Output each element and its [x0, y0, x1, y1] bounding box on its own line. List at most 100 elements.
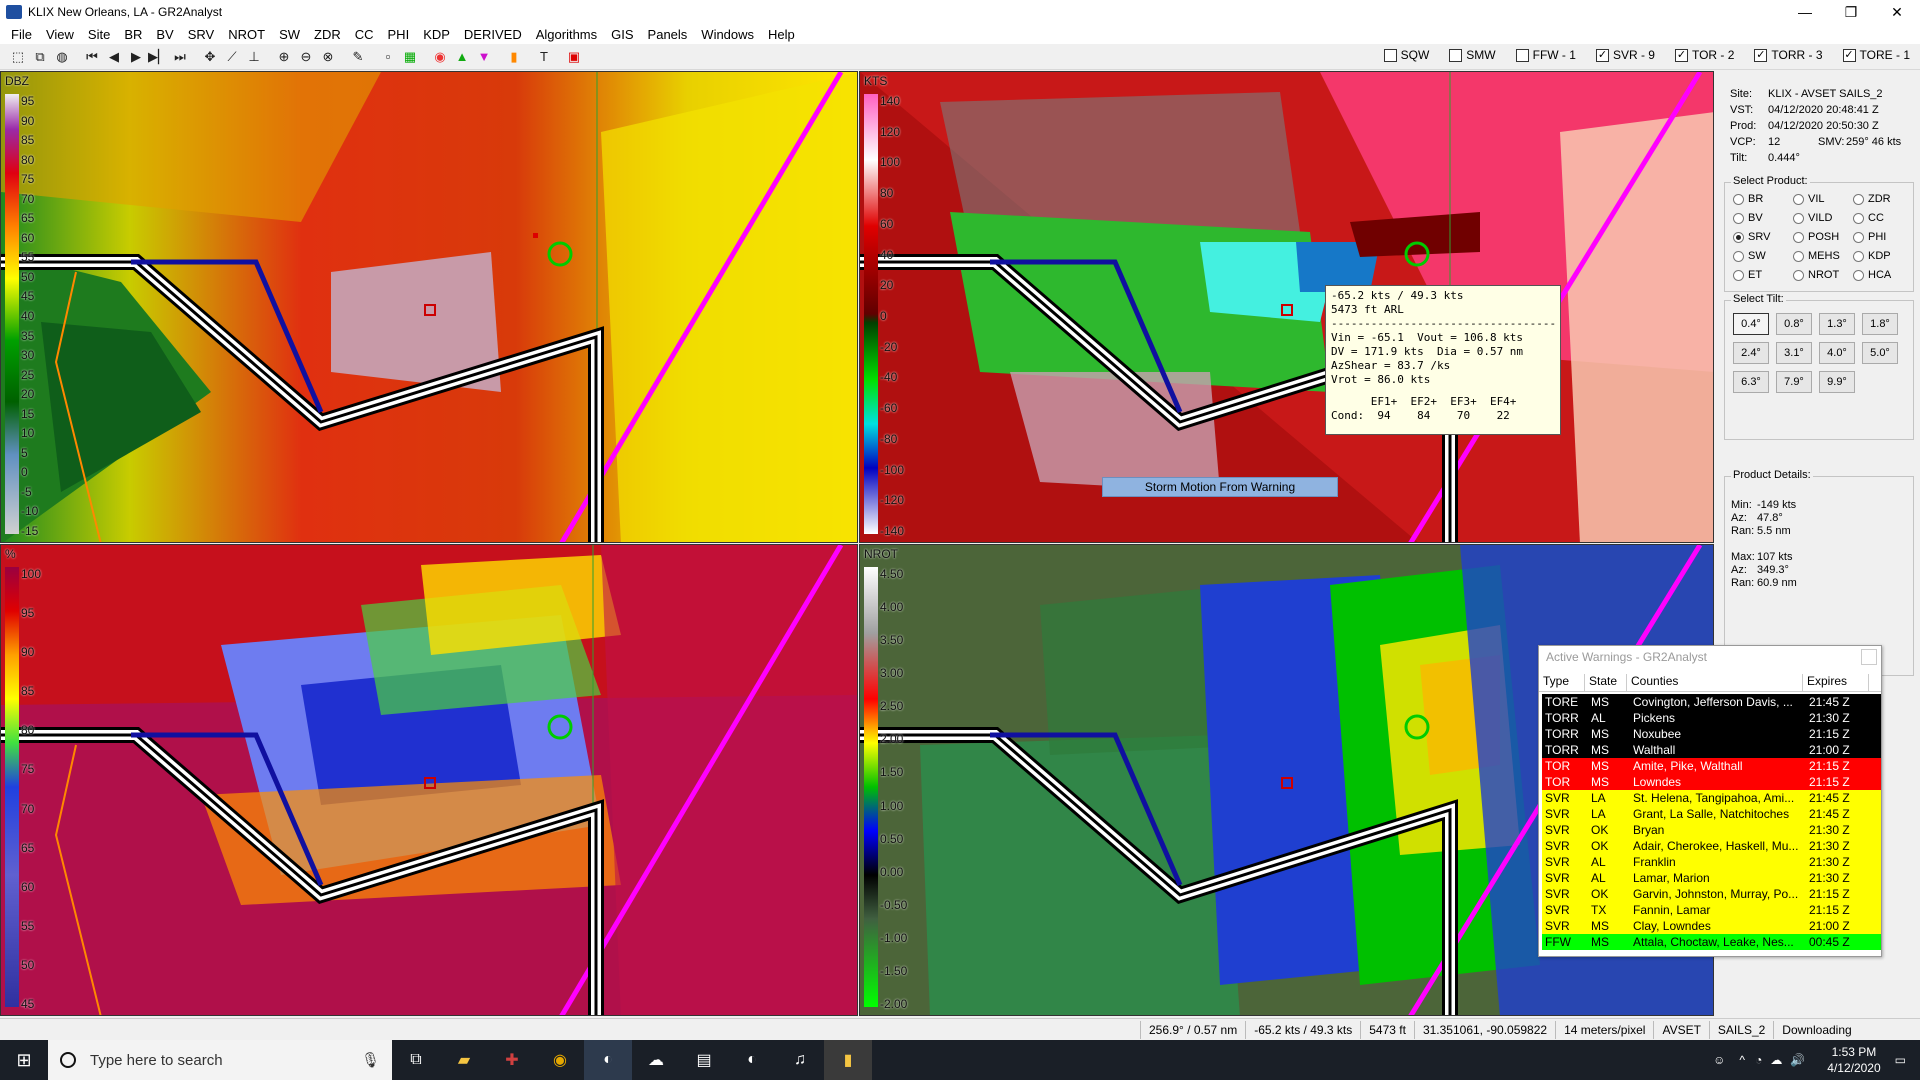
gr2analyst-alt-icon[interactable]: ◐ [728, 1040, 776, 1080]
onedrive-icon[interactable]: ☁ [1770, 1053, 1782, 1067]
play-icon[interactable]: ▶ [126, 47, 146, 67]
radio-icon[interactable] [1733, 250, 1744, 262]
header-state[interactable]: State [1585, 674, 1627, 691]
menu-cc[interactable]: CC [348, 27, 381, 42]
product-radio-cc[interactable]: CC [1853, 212, 1884, 224]
menu-help[interactable]: Help [761, 27, 802, 42]
warning-row[interactable]: SVR MS Clay, Lowndes 21:00 Z [1542, 918, 1881, 934]
notifications-icon[interactable]: ▭ [1895, 1053, 1906, 1067]
product-radio-zdr[interactable]: ZDR [1853, 193, 1891, 205]
radio-icon[interactable] [1793, 231, 1804, 243]
filter-ffw-1[interactable]: FFW - 1 [1515, 48, 1576, 62]
copy-icon[interactable]: ⧉ [30, 47, 50, 67]
product-radio-et[interactable]: ET [1733, 269, 1762, 281]
clock-time[interactable]: 1:53 PM [1827, 1044, 1880, 1060]
close-button[interactable]: ✕ [1874, 0, 1920, 24]
map-app-icon[interactable]: ✚ [488, 1040, 536, 1080]
active-warnings-window[interactable]: Active Warnings - GR2Analyst Type State … [1538, 645, 1882, 957]
warning-row[interactable]: SVR AL Franklin 21:30 Z [1542, 854, 1881, 870]
filter-svr-9[interactable]: ✓ SVR - 9 [1595, 48, 1655, 62]
radio-icon[interactable] [1733, 231, 1744, 243]
checkbox-icon[interactable] [1449, 48, 1463, 62]
velocity-panel[interactable]: KTS 140 120 100 80 60 40 20 0 -20 -40 -60 -80 -100 -1… [859, 71, 1714, 543]
product-radio-hca[interactable]: HCA [1853, 269, 1891, 281]
cross-section-icon[interactable]: ⊥ [244, 47, 264, 67]
prev-frame-icon[interactable]: ◀ [104, 47, 124, 67]
pan-icon[interactable]: ✥ [200, 47, 220, 67]
grid-icon[interactable]: ▦ [400, 47, 420, 67]
cursor-icon[interactable]: ⬚ [8, 47, 28, 67]
zoom-out-icon[interactable]: ⊖ [296, 47, 316, 67]
warning-row[interactable]: SVR TX Fannin, Lamar 21:15 Z [1542, 902, 1881, 918]
menu-bv[interactable]: BV [149, 27, 180, 42]
menu-gis[interactable]: GIS [604, 27, 640, 42]
text-icon[interactable]: T [534, 47, 554, 67]
globe-icon[interactable]: ◍ [52, 47, 72, 67]
warnings-close-button[interactable] [1861, 649, 1877, 665]
hail-icon[interactable]: ◉ [430, 47, 450, 67]
warning-row[interactable]: TOR MS Lowndes 21:15 Z [1542, 774, 1881, 790]
menu-site[interactable]: Site [81, 27, 117, 42]
radio-icon[interactable] [1733, 269, 1744, 281]
warning-row[interactable]: SVR LA St. Helena, Tangipahoa, Ami... 21:45… [1542, 790, 1881, 806]
product-radio-vil[interactable]: VIL [1793, 193, 1825, 205]
windows-start-icon[interactable]: ⊞ [0, 1040, 48, 1080]
menu-zdr[interactable]: ZDR [307, 27, 348, 42]
microphone-icon[interactable]: 🎙 [361, 1051, 380, 1069]
warning-row[interactable]: SVR AL Lamar, Marion 21:30 Z [1542, 870, 1881, 886]
tilt-button[interactable]: 3.1° [1776, 342, 1812, 364]
volume-icon[interactable]: 🔊 [1790, 1053, 1805, 1067]
radio-icon[interactable] [1733, 193, 1744, 205]
storm-app-icon[interactable]: ☁ [632, 1040, 680, 1080]
tilt-button[interactable]: 4.0° [1819, 342, 1855, 364]
filter-smw[interactable]: SMW [1449, 48, 1496, 62]
warning-row[interactable]: SVR LA Grant, La Salle, Natchitoches 21:45 … [1542, 806, 1881, 822]
checkbox-icon[interactable]: ✓ [1842, 48, 1856, 62]
product-radio-bv[interactable]: BV [1733, 212, 1763, 224]
checkbox-icon[interactable] [1383, 48, 1397, 62]
warning-row[interactable]: SVR OK Garvin, Johnston, Murray, Po... 21:1… [1542, 886, 1881, 902]
radio-icon[interactable] [1733, 212, 1744, 224]
header-counties[interactable]: Counties [1627, 674, 1803, 691]
music-icon[interactable]: ♫ [776, 1040, 824, 1080]
radio-icon[interactable] [1853, 231, 1864, 243]
gr2analyst-taskbar-icon[interactable]: ◐ [584, 1040, 632, 1080]
warning-row[interactable]: SVR OK Bryan 21:30 Z [1542, 822, 1881, 838]
sticky-notes-icon[interactable]: ▮ [824, 1040, 872, 1080]
blank-icon[interactable]: ▫ [378, 47, 398, 67]
menu-nrot[interactable]: NROT [221, 27, 272, 42]
warning-row[interactable]: TORR AL Pickens 21:30 Z [1542, 710, 1881, 726]
filter-tor-2[interactable]: ✓ TOR - 2 [1674, 48, 1734, 62]
tilt-button[interactable]: 6.3° [1733, 371, 1769, 393]
menu-srv[interactable]: SRV [181, 27, 222, 42]
minimize-button[interactable]: — [1782, 0, 1828, 24]
taskbar-search[interactable]: Type here to search 🎙 [48, 1040, 392, 1080]
correlation-panel[interactable]: % 100 95 90 85 80 75 70 65 60 55 50 45 [0, 544, 858, 1016]
clock-date[interactable]: 4/12/2020 [1827, 1060, 1880, 1076]
tilt-button[interactable]: 9.9° [1819, 371, 1855, 393]
probe-icon[interactable]: ✎ [348, 47, 368, 67]
last-frame-icon[interactable]: ⏭ [170, 47, 190, 67]
warning-row[interactable]: TORR MS Noxubee 21:15 Z [1542, 726, 1881, 742]
menu-sw[interactable]: SW [272, 27, 307, 42]
file-explorer-icon[interactable]: ▰ [440, 1040, 488, 1080]
menu-br[interactable]: BR [117, 27, 149, 42]
next-frame-icon[interactable]: ▶▏ [148, 47, 168, 67]
radio-icon[interactable] [1853, 250, 1864, 262]
people-icon[interactable]: ☺ [1713, 1053, 1725, 1067]
radio-icon[interactable] [1793, 212, 1804, 224]
product-radio-phi[interactable]: PHI [1853, 231, 1886, 243]
radio-icon[interactable] [1793, 269, 1804, 281]
warning-row[interactable]: TORE MS Covington, Jefferson Davis, ... 21:… [1542, 694, 1881, 710]
menu-algorithms[interactable]: Algorithms [529, 27, 604, 42]
zoom-in-icon[interactable]: ⊕ [274, 47, 294, 67]
triangle-up-icon[interactable]: ▲ [452, 47, 472, 67]
menu-file[interactable]: File [4, 27, 39, 42]
product-radio-sw[interactable]: SW [1733, 250, 1766, 262]
tilt-button[interactable]: 1.8° [1862, 313, 1898, 335]
network-icon[interactable]: ◔ [1755, 1053, 1762, 1067]
product-radio-srv[interactable]: SRV [1733, 231, 1770, 243]
warning-row[interactable]: SVR OK Adair, Cherokee, Haskell, Mu... 21:3… [1542, 838, 1881, 854]
menu-view[interactable]: View [39, 27, 81, 42]
product-radio-mehs[interactable]: MEHS [1793, 250, 1840, 262]
